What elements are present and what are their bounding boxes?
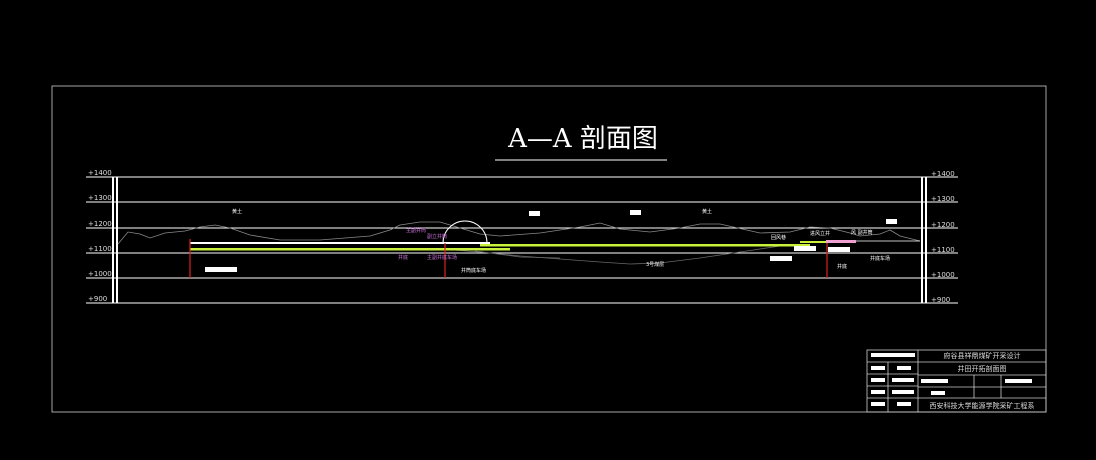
lower-stratum-left — [474, 250, 561, 259]
elev-right-1200: +1200 — [931, 221, 955, 229]
label-main-shaft-bottom: 主副井底车场 — [427, 254, 457, 261]
elev-right-1400: +1400 — [931, 170, 955, 178]
coal-seam-left — [190, 248, 510, 251]
elev-right-900: +900 — [931, 296, 950, 304]
label-aux-shaft-top: 副立井筒 — [427, 233, 447, 240]
coal-seam-right — [800, 241, 830, 243]
label-bottom-station-right: 井底车场 — [870, 255, 890, 262]
air-roadway — [826, 240, 856, 243]
elev-left-1300: +1300 — [88, 194, 112, 202]
elev-left-1400: +1400 — [88, 169, 112, 177]
label-coal-seam: 3号煤层 — [646, 261, 664, 268]
elev-left-1000: +1000 — [88, 270, 112, 278]
title-block-project: 府谷县祥鼎煤矿开采设计 — [944, 351, 1021, 360]
shaft-protection-arc — [442, 220, 488, 244]
terrain-surface — [117, 221, 921, 245]
label-shaft-bottom-right: 井底 — [837, 263, 847, 270]
label-main-shaft-top: 主副井筒 — [406, 227, 426, 234]
elev-left-1100: +1100 — [88, 245, 112, 253]
elev-left-900: +900 — [88, 295, 107, 303]
elev-right-1300: +1300 — [931, 195, 955, 203]
label-air-shaft: 进风立井 — [810, 230, 830, 237]
scale-bars — [112, 177, 927, 303]
label-loess-right: 黄土 — [702, 208, 712, 215]
label-blocks — [205, 210, 897, 272]
cad-drawing: A—A 剖面图 +1400 +1300 +1200 +1100 +1000 +9… — [51, 85, 1047, 413]
label-shaft-bottom: 井底 — [398, 254, 408, 261]
elev-right-1100: +1100 — [931, 246, 955, 254]
section-title: A—A 剖面图 — [507, 124, 658, 154]
label-loess-left: 黄土 — [232, 208, 242, 215]
label-vent-shaft-top: 风 副井筒 — [851, 229, 873, 236]
title-block-drawing-name: 井田开拓剖面图 — [958, 364, 1007, 373]
label-return-ramp: 回风巷 — [771, 235, 786, 241]
elev-right-1000: +1000 — [931, 271, 955, 279]
elev-left-1200: +1200 — [88, 220, 112, 228]
coal-seam-center — [480, 244, 810, 247]
label-shaft-station: 井筒底车场 — [461, 267, 486, 274]
title-block-organization: 西安科技大学能源学院采矿工程系 — [930, 401, 1035, 410]
